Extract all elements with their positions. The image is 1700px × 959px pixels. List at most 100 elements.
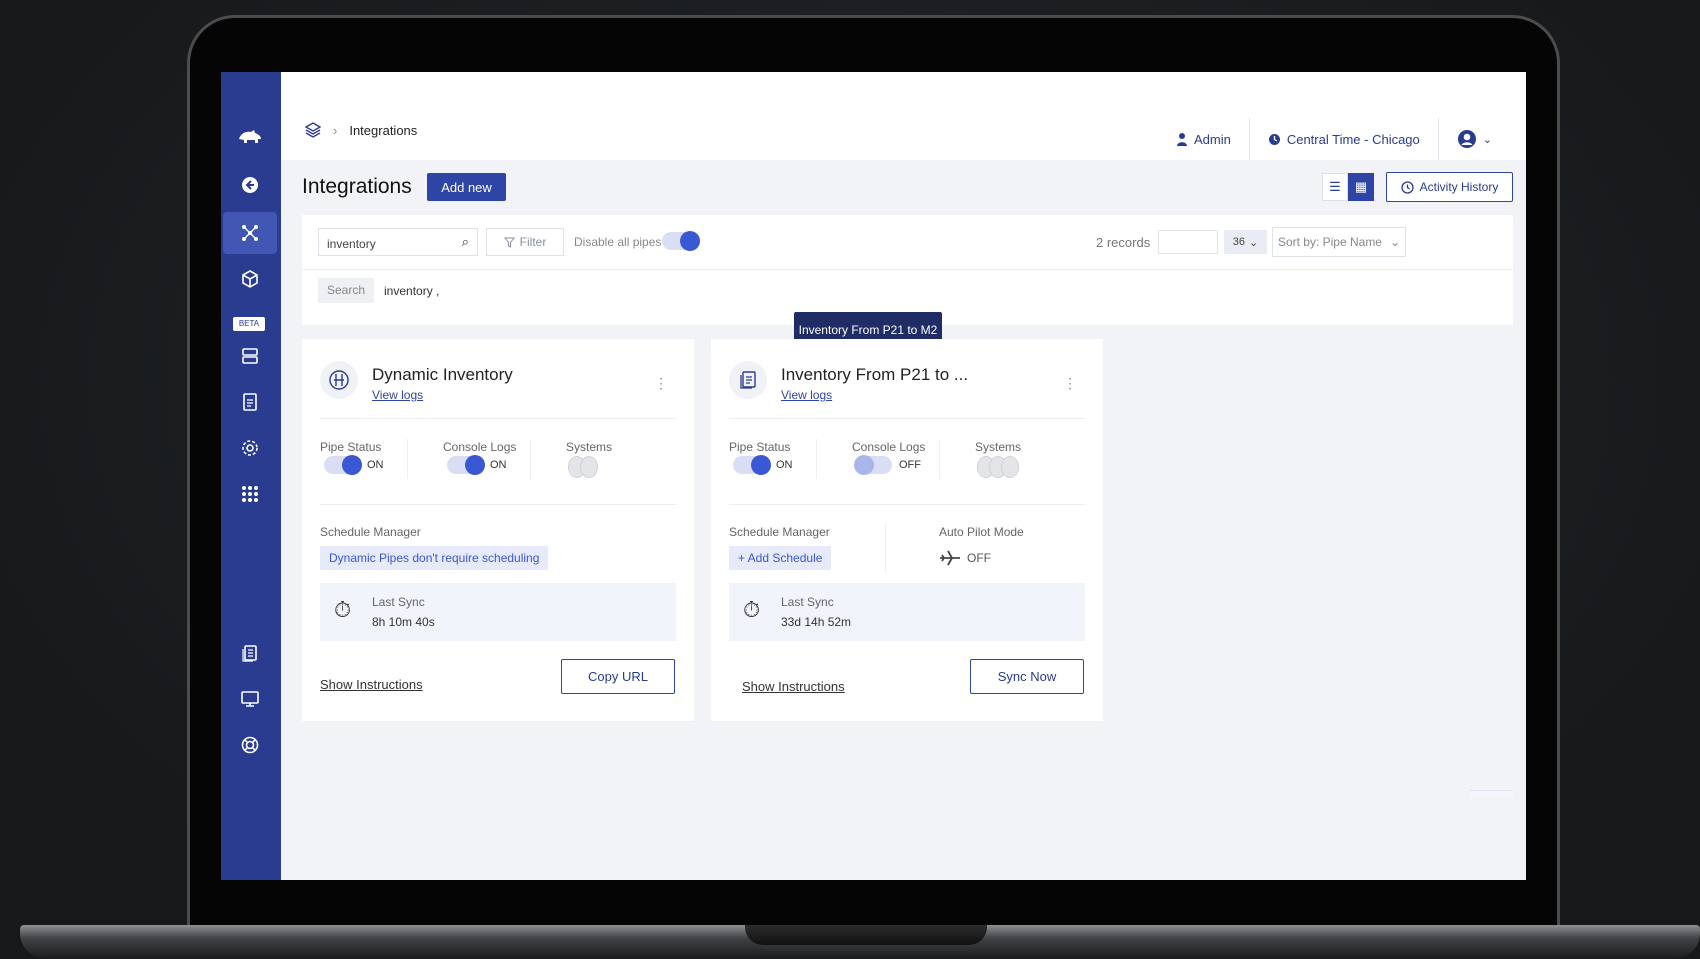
pipe-status-toggle[interactable]: ON (324, 455, 384, 475)
user-icon (1176, 132, 1188, 146)
filter-button[interactable]: Filter (486, 228, 564, 256)
schedule-tag: Dynamic Pipes don't require scheduling (320, 546, 549, 570)
log-file-icon[interactable] (223, 381, 277, 423)
systems-label: Systems (566, 440, 613, 454)
filter-label: Filter (519, 235, 547, 249)
airplane-icon (939, 549, 961, 567)
laptop-notch (745, 925, 987, 945)
apps-grid-icon[interactable] (223, 473, 277, 515)
console-logs-label: Console Logs (443, 440, 517, 454)
support-lifebuoy-icon[interactable] (223, 724, 277, 766)
integration-card: Dynamic Inventory View logs ⋮ Pipe Statu… (302, 339, 694, 721)
stopwatch-icon: ⏱ (743, 597, 761, 622)
sort-label: Sort by: Pipe Name (1277, 235, 1382, 249)
card-divider (729, 504, 1085, 505)
console-logs-toggle[interactable]: ON (447, 455, 507, 475)
background: BETA › Integrations Admin Central Time -… (0, 0, 1700, 959)
per-page-value: 36 (1232, 236, 1246, 248)
card-divider (729, 418, 1085, 419)
view-logs-link[interactable]: View logs (781, 388, 832, 402)
top-bar: › Integrations Admin Central Time - Chic… (281, 72, 1526, 160)
logo-icon[interactable] (223, 116, 277, 158)
page-number-input[interactable] (1158, 230, 1218, 254)
database-icon[interactable] (223, 335, 277, 377)
schedule-manager-label: Schedule Manager (729, 525, 830, 539)
search-input[interactable]: inventory ⌕ (318, 228, 478, 256)
add-schedule-button[interactable]: + Add Schedule (729, 546, 832, 570)
disable-all-pipes-toggle[interactable] (662, 231, 700, 255)
integrations-nav-icon[interactable] (223, 212, 277, 254)
back-arrow-icon[interactable] (223, 164, 277, 206)
sync-now-button[interactable]: Sync Now (970, 659, 1084, 694)
console-logs-toggle[interactable]: OFF (854, 455, 921, 475)
systems-icons (568, 456, 598, 478)
records-count: 2 records (1096, 235, 1151, 250)
user-role[interactable]: Admin (1158, 118, 1249, 160)
timezone-label: Central Time - Chicago (1286, 131, 1420, 147)
system-logo-icon (1001, 456, 1019, 478)
show-instructions-link[interactable]: Show Instructions (320, 677, 423, 692)
schedule-divider (885, 523, 886, 573)
search-term: inventory , (384, 284, 440, 298)
chevron-down-icon: ⌄ (1389, 235, 1401, 249)
layers-icon[interactable] (305, 122, 321, 138)
sort-select[interactable]: Sort by: Pipe Name ⌄ (1272, 227, 1406, 257)
add-new-button[interactable]: Add new (427, 173, 506, 201)
view-toggle: ☰ ▦ (1322, 173, 1374, 201)
cube-icon[interactable] (223, 258, 277, 300)
console-logs-label: Console Logs (852, 440, 926, 454)
globe-clock-icon (1268, 133, 1281, 146)
pipe-status-label: Pipe Status (320, 440, 382, 454)
console-logs-value: OFF (899, 459, 921, 471)
view-logs-link[interactable]: View logs (372, 388, 423, 402)
stat-divider (939, 439, 940, 479)
show-instructions-link[interactable]: Show Instructions (742, 679, 845, 694)
account-menu[interactable]: ⌄ (1437, 118, 1510, 160)
stopwatch-icon: ⏱ (334, 597, 352, 622)
pipe-status-label: Pipe Status (729, 440, 791, 454)
beta-badge: BETA (233, 317, 265, 331)
documents-icon[interactable] (223, 632, 277, 674)
card-title: Dynamic Inventory (372, 365, 513, 384)
disable-all-pipes-label: Disable all pipes (574, 235, 662, 249)
stat-divider (816, 439, 817, 479)
card-title: Inventory From P21 to ... (781, 365, 969, 384)
top-right-controls: Admin Central Time - Chicago ⌄ (1158, 118, 1510, 160)
last-sync-value: 8h 10m 40s (372, 615, 435, 629)
last-sync-box: ⏱ Last Sync 8h 10m 40s (320, 583, 676, 641)
pipe-status-toggle[interactable]: ON (733, 455, 793, 475)
autopilot-value: OFF (967, 551, 991, 565)
activity-history-label: Activity History (1419, 180, 1499, 194)
monitor-icon[interactable] (223, 678, 277, 720)
per-page-select[interactable]: 36 ⌄ (1224, 230, 1267, 254)
breadcrumb-current: Integrations (349, 122, 418, 138)
last-sync-value: 33d 14h 52m (781, 615, 852, 629)
search-icon[interactable]: ⌕ (462, 234, 469, 250)
stat-divider (530, 439, 531, 479)
last-sync-label: Last Sync (372, 595, 425, 609)
chevron-right-icon: › (333, 122, 338, 138)
filter-panel: inventory ⌕ Filter Disable all pipes 2 r… (302, 215, 1513, 325)
timezone-selector[interactable]: Central Time - Chicago (1248, 118, 1438, 160)
more-options-icon[interactable]: ⋮ (654, 375, 668, 392)
activity-history-button[interactable]: Activity History (1386, 172, 1513, 202)
pipe-status-value: ON (776, 459, 793, 471)
more-options-icon[interactable]: ⋮ (1063, 375, 1077, 392)
autopilot-toggle[interactable]: OFF (939, 549, 991, 567)
card-divider (320, 418, 676, 419)
app-screen: BETA › Integrations Admin Central Time -… (221, 72, 1526, 880)
stat-divider (407, 439, 408, 479)
grid-view-icon[interactable]: ▦ (1348, 173, 1374, 201)
system-logo-icon (580, 456, 598, 478)
list-view-icon[interactable]: ☰ (1322, 173, 1348, 201)
pipe-status-value: ON (367, 459, 384, 471)
card-divider (320, 504, 676, 505)
scroll-marker (1470, 790, 1513, 798)
gear-icon[interactable] (223, 427, 277, 469)
copy-url-button[interactable]: Copy URL (561, 659, 675, 694)
breadcrumb: › Integrations (305, 122, 417, 138)
dynamic-pipe-icon (320, 361, 358, 399)
filter-divider (302, 269, 1513, 270)
document-pipe-icon (729, 361, 767, 399)
integration-card: Inventory From P21 to ... View logs ⋮ Pi… (711, 339, 1103, 721)
